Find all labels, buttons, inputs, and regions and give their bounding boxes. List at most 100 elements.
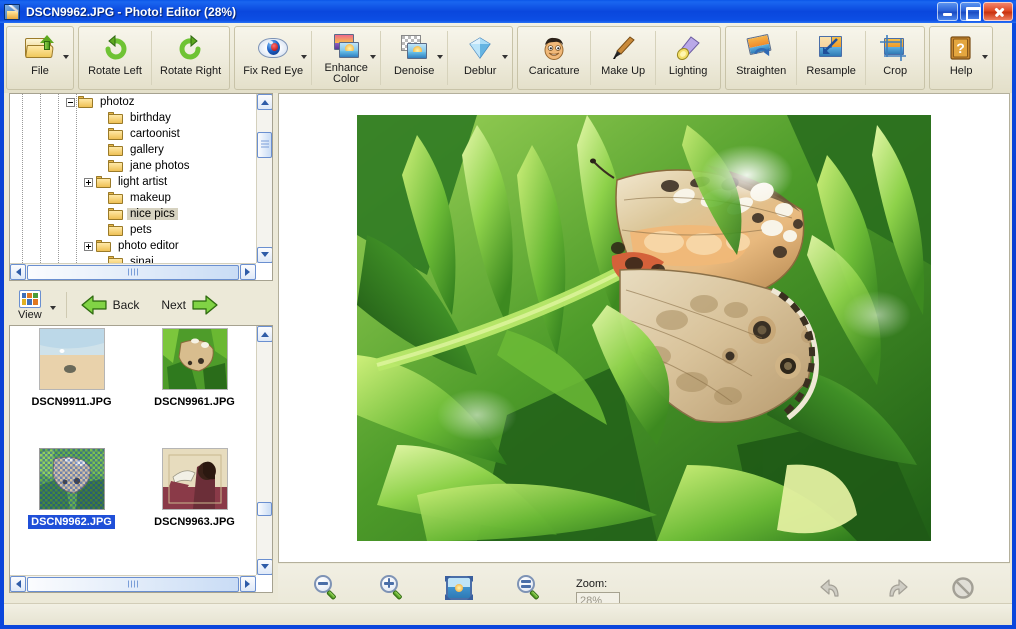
minimize-button[interactable]: [937, 2, 958, 21]
scroll-down-button[interactable]: [257, 559, 272, 575]
tree-item-label: birthday: [130, 112, 171, 124]
crop-icon: [880, 32, 910, 64]
scroll-right-button[interactable]: [240, 576, 256, 592]
tree-item-birthday[interactable]: birthday: [10, 110, 256, 126]
scroll-left-button[interactable]: [10, 576, 26, 592]
resample-label: Resample: [806, 65, 856, 77]
tree-scroll-thumb[interactable]: [257, 132, 272, 158]
make-up-button[interactable]: Make Up: [592, 28, 654, 88]
thumbnail-item[interactable]: DSCN9962.JPG: [10, 448, 133, 568]
thumbs-horizontal-scrollbar[interactable]: [10, 575, 256, 592]
rotate-right-button[interactable]: Rotate Right: [153, 28, 228, 88]
file-button[interactable]: File: [8, 28, 72, 88]
arrow-left-icon: [81, 295, 107, 315]
toolbar-group-rotate: Rotate Left Rotate Right: [78, 26, 231, 90]
folder-icon: [108, 224, 123, 236]
tree-hscroll-thumb[interactable]: [27, 264, 239, 280]
toolbar-separator: [655, 31, 657, 85]
tree-item-nice-pics[interactable]: nice pics: [10, 206, 256, 222]
folder-tree-rows: photoz birthday cartoonist gallery jane phot…: [10, 94, 256, 263]
image-canvas[interactable]: [278, 93, 1010, 563]
scroll-up-button[interactable]: [257, 94, 272, 110]
magnifier-plus-icon: [380, 574, 406, 601]
tree-item-label: photo editor: [118, 240, 179, 252]
tree-item-photo-editor[interactable]: photo editor: [10, 238, 256, 254]
tree-item-makeup[interactable]: makeup: [10, 190, 256, 206]
rotate-left-button[interactable]: Rotate Left: [80, 28, 150, 88]
tree-item-jane-photos[interactable]: jane photos: [10, 158, 256, 174]
window-controls: [937, 2, 1013, 21]
caricature-button[interactable]: Caricature: [519, 28, 589, 88]
lighting-button[interactable]: Lighting: [657, 28, 719, 88]
thumbnail-image: [161, 328, 228, 390]
next-label: Next: [161, 298, 187, 312]
folder-icon: [108, 256, 123, 263]
tree-item-label: nice pics: [127, 208, 178, 220]
main-toolbar: File Rotate Left Rotate Right Fix Red Ey…: [4, 23, 1012, 93]
tree-item-pets[interactable]: pets: [10, 222, 256, 238]
chevron-down-icon[interactable]: [502, 55, 509, 59]
tree-item-photoz[interactable]: photoz: [10, 94, 256, 110]
denoise-button[interactable]: Denoise: [382, 28, 446, 88]
thumbnail-item[interactable]: DSCN9963.JPG: [133, 448, 256, 568]
thumbs-scroll-thumb[interactable]: [257, 502, 272, 516]
folder-icon: [78, 96, 93, 108]
close-button[interactable]: [983, 2, 1013, 21]
chevron-down-icon[interactable]: [437, 55, 444, 59]
thumbs-vertical-scrollbar[interactable]: [256, 326, 272, 575]
scroll-down-button[interactable]: [257, 247, 272, 263]
expand-plus-icon[interactable]: [84, 241, 93, 251]
thumbnail-item[interactable]: DSCN9961.JPG: [133, 328, 256, 448]
resample-button[interactable]: Resample: [798, 28, 864, 88]
scroll-left-button[interactable]: [10, 264, 26, 280]
next-button[interactable]: Next: [157, 293, 222, 317]
svg-text:?: ?: [956, 40, 965, 56]
thumbnail-browser[interactable]: DSCN9911.JPG DSCN9961.JPG DSCN9962.JPG DSCN…: [9, 325, 273, 593]
chevron-down-icon[interactable]: [63, 55, 69, 59]
caricature-label: Caricature: [528, 65, 580, 77]
fix-red-eye-button[interactable]: Fix Red Eye: [236, 28, 310, 88]
lighting-label: Lighting: [668, 65, 708, 77]
view-dropdown-chevron-down-icon[interactable]: [49, 306, 56, 310]
folder-icon: [96, 176, 111, 188]
chevron-down-icon[interactable]: [370, 55, 377, 59]
chevron-down-icon[interactable]: [301, 55, 308, 59]
application-window: DSCN9962.JPG - Photo! Editor (28%) File …: [0, 0, 1016, 629]
fit-to-window-icon: [444, 575, 474, 601]
tree-item-label: light artist: [118, 176, 168, 188]
tree-item-label: pets: [130, 224, 152, 236]
navigation-bar: View Back Next: [9, 285, 273, 325]
undo-arrow-icon: [820, 578, 839, 597]
tree-horizontal-scrollbar[interactable]: [10, 263, 256, 280]
nav-separator: [65, 292, 67, 318]
help-button[interactable]: ? Help: [931, 28, 991, 88]
fix-red-eye-label: Fix Red Eye: [243, 65, 304, 77]
tree-item-sinai[interactable]: sinai: [10, 254, 256, 263]
toolbar-group-file: File: [6, 26, 74, 90]
tree-item-gallery[interactable]: gallery: [10, 142, 256, 158]
enhance-color-button[interactable]: Enhance Color: [313, 28, 379, 88]
collapse-minus-icon[interactable]: [66, 97, 75, 107]
chevron-down-icon[interactable]: [982, 55, 989, 59]
maximize-button[interactable]: [960, 2, 981, 21]
scroll-right-button[interactable]: [240, 264, 256, 280]
folder-tree[interactable]: photoz birthday cartoonist gallery jane phot…: [9, 93, 273, 281]
tree-item-light-artist[interactable]: light artist: [10, 174, 256, 190]
back-button[interactable]: Back: [77, 293, 144, 317]
thumbs-hscroll-thumb[interactable]: [27, 576, 239, 592]
tree-item-cartoonist[interactable]: cartoonist: [10, 126, 256, 142]
rotate-right-icon: [177, 32, 205, 64]
expand-plus-icon[interactable]: [84, 177, 93, 187]
scroll-up-button[interactable]: [257, 326, 272, 342]
straighten-button[interactable]: Straighten: [727, 28, 795, 88]
crop-button[interactable]: Crop: [867, 28, 923, 88]
thumbnail-filename: DSCN9911.JPG: [31, 396, 112, 408]
thumbnail-item[interactable]: DSCN9911.JPG: [10, 328, 133, 448]
toolbar-group-effects: Caricature Make Up Lighting: [517, 26, 722, 90]
tree-vertical-scrollbar[interactable]: [256, 94, 272, 263]
view-button[interactable]: View: [15, 289, 45, 322]
deblur-icon: [466, 32, 494, 64]
deblur-button[interactable]: Deblur: [449, 28, 511, 88]
